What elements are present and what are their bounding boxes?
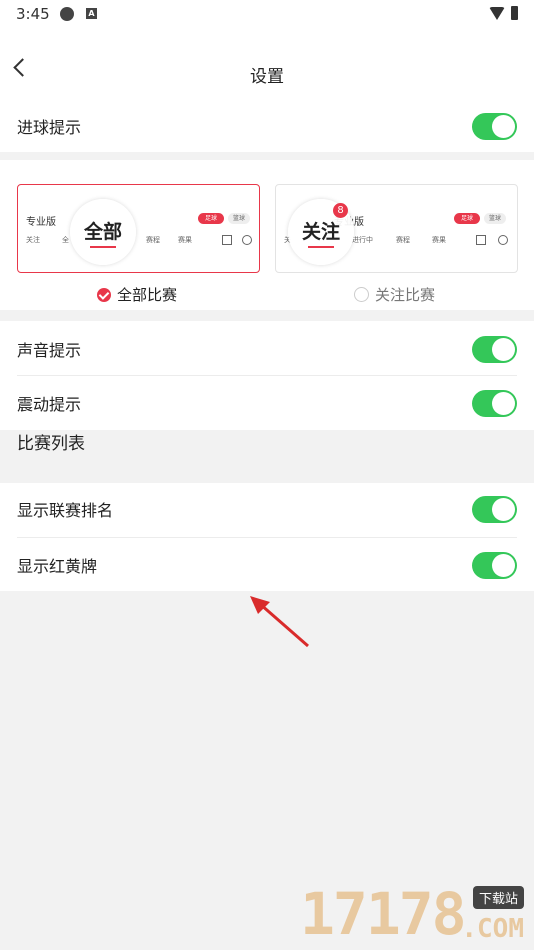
- annotation-arrow-icon: [250, 596, 309, 648]
- watermark-number: 17178: [300, 880, 467, 948]
- option-all-matches[interactable]: 全部比赛: [97, 284, 177, 305]
- preview-tab: 全: [62, 236, 69, 244]
- sound-alert-row: 声音提示: [17, 322, 517, 376]
- preview-card-all[interactable]: 专业版 关注 全 赛程 赛果 足球 篮球 全部: [17, 184, 260, 273]
- vibration-alert-row: 震动提示: [17, 376, 517, 430]
- nav-bar: 设置: [0, 28, 534, 100]
- cards-label: 显示红黄牌: [17, 557, 98, 576]
- preview-badge-secondary: 篮球: [228, 213, 250, 224]
- toggle-knob: [492, 391, 515, 415]
- battery-icon: [511, 6, 518, 20]
- preview-tab: 关注: [26, 236, 40, 244]
- watermark-suffix: .COM: [461, 914, 524, 944]
- alerts-section: 声音提示 震动提示: [0, 321, 534, 430]
- goal-alert-toggle[interactable]: [472, 112, 517, 140]
- goal-alert-section: 进球提示: [0, 100, 534, 152]
- page-title: 设置: [250, 67, 284, 87]
- app-notification-icon: A: [86, 8, 97, 19]
- lens-underline: [90, 245, 116, 248]
- preview-card-follow[interactable]: 专业版 关 进行中 赛程 赛果 足球 篮球 8 关注: [275, 184, 518, 273]
- filter-icon: [476, 235, 486, 245]
- preview-lens: 全部: [70, 199, 136, 265]
- match-scope-section: 专业版 关注 全 赛程 赛果 足球 篮球 全部 专业版 关 进行中 赛程 赛果 …: [0, 160, 534, 310]
- sound-alert-toggle[interactable]: [472, 335, 517, 363]
- preview-tab: 赛果: [432, 236, 446, 244]
- settings-icon: [498, 235, 508, 245]
- toggle-knob: [492, 497, 515, 521]
- league-ranking-label: 显示联赛排名: [17, 501, 114, 520]
- goal-alert-row: 进球提示: [17, 99, 517, 153]
- lens-underline: [308, 245, 334, 248]
- radio-unchecked-icon: [354, 287, 369, 302]
- lens-label: 关注: [301, 220, 340, 243]
- wifi-icon: [489, 6, 505, 20]
- option-label: 关注比赛: [375, 286, 436, 304]
- preview-tab: 赛程: [396, 236, 410, 244]
- preview-tab: 进行中: [352, 236, 373, 244]
- radio-checked-icon: [97, 287, 111, 302]
- toggle-knob: [492, 337, 515, 361]
- watermark-badge: 下载站: [472, 886, 524, 909]
- match-list-section: 显示联赛排名 显示红黄牌: [0, 483, 534, 591]
- watermark-logo: 17178 下载站 .COM: [300, 880, 530, 950]
- preview-badge-secondary: 篮球: [484, 213, 506, 224]
- preview-tab: 赛果: [178, 236, 192, 244]
- status-bar: 3:45 A: [0, 0, 534, 28]
- preview-lens: 8 关注: [288, 199, 354, 265]
- lens-badge: 8: [333, 203, 348, 218]
- toggle-knob: [492, 553, 515, 577]
- status-right: [489, 6, 518, 20]
- filter-icon: [222, 235, 232, 245]
- cards-row: 显示红黄牌: [17, 538, 517, 592]
- sound-alert-label: 声音提示: [17, 341, 82, 360]
- league-ranking-row: 显示联赛排名: [17, 482, 517, 536]
- settings-icon: [242, 235, 252, 245]
- status-time: 3:45: [16, 5, 50, 23]
- toggle-knob: [492, 114, 515, 138]
- match-list-header: 比赛列表: [17, 434, 85, 454]
- goal-alert-label: 进球提示: [17, 118, 82, 137]
- cards-toggle[interactable]: [472, 551, 517, 579]
- preview-title: 专业版: [26, 217, 56, 228]
- option-followed-matches[interactable]: 关注比赛: [354, 284, 435, 305]
- settings-notification-icon: [60, 7, 74, 21]
- preview-badge: 足球: [454, 213, 480, 224]
- league-ranking-toggle[interactable]: [472, 495, 517, 523]
- preview-badge: 足球: [198, 213, 224, 224]
- preview-tab: 赛程: [146, 236, 160, 244]
- vibration-alert-toggle[interactable]: [472, 389, 517, 417]
- vibration-alert-label: 震动提示: [17, 395, 82, 414]
- lens-label: 全部: [83, 220, 122, 243]
- option-label: 全部比赛: [117, 286, 178, 304]
